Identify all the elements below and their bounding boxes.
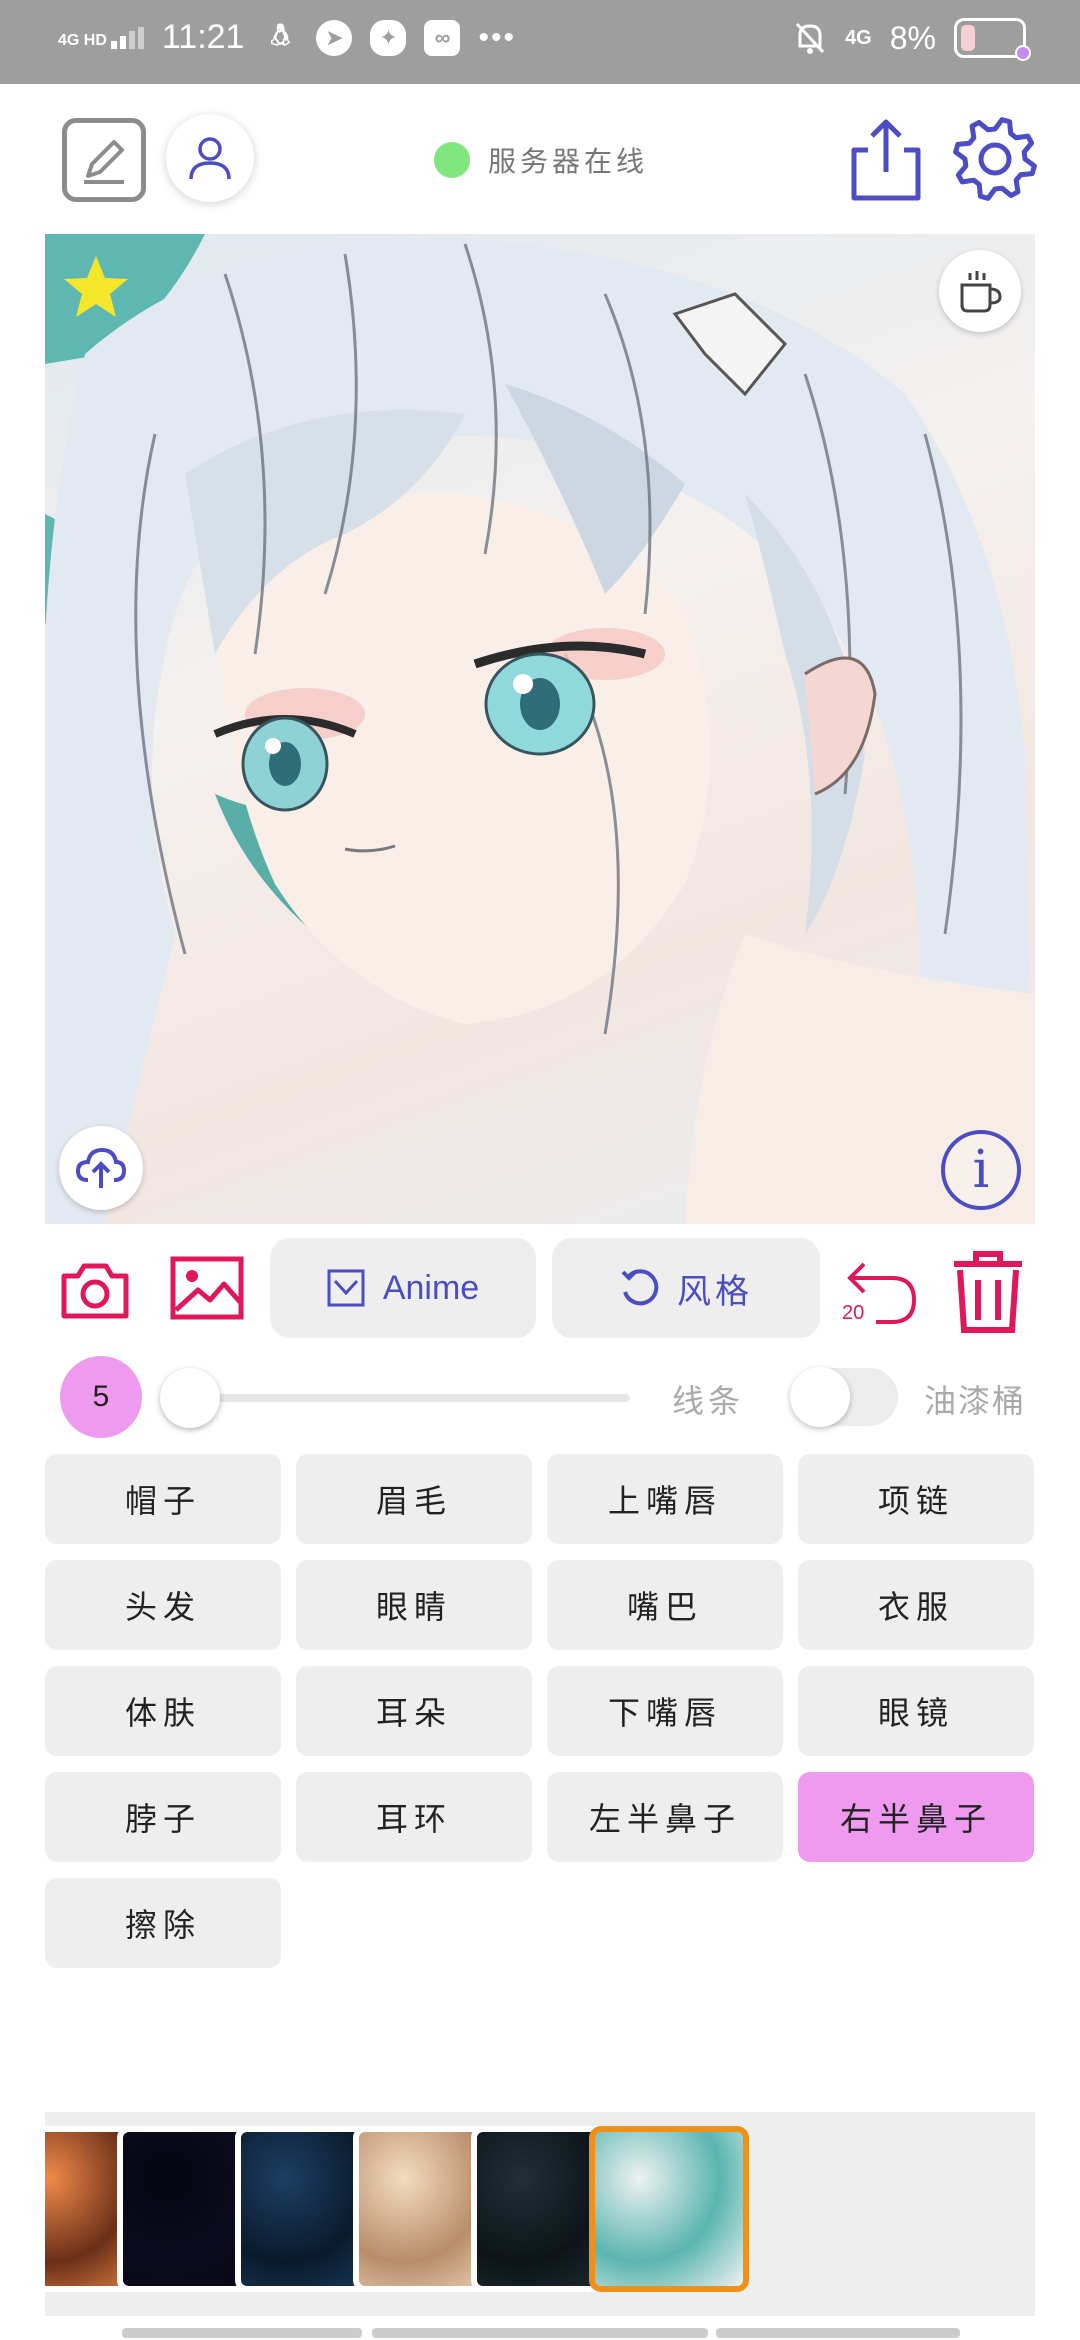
qq-icon: 🐧︎ <box>271 18 290 52</box>
part-button[interactable]: 擦除 <box>45 1878 281 1968</box>
part-button[interactable]: 头发 <box>45 1560 281 1650</box>
part-button[interactable]: 衣服 <box>798 1560 1034 1650</box>
signal-indicator: 4G HD <box>58 26 144 49</box>
drawing-canvas[interactable]: i <box>45 234 1035 1224</box>
part-button[interactable]: 下嘴唇 <box>547 1666 783 1756</box>
brush-size-badge: 5 <box>60 1356 142 1438</box>
brush-size-slider-track[interactable] <box>190 1394 630 1402</box>
style-button[interactable]: 风格 <box>552 1238 820 1338</box>
part-button[interactable]: 耳朵 <box>296 1666 532 1756</box>
edit-button[interactable] <box>62 118 146 202</box>
checkbox-icon <box>327 1269 365 1307</box>
toolbar: Anime 风格 20 <box>0 1238 1080 1342</box>
gallery-icon: ∞ <box>424 19 461 56</box>
battery-fill <box>961 25 975 51</box>
battery-icon <box>954 18 1031 61</box>
coffee-button[interactable] <box>939 250 1021 332</box>
part-button[interactable]: 眼睛 <box>296 1560 532 1650</box>
texture-swatch-teal-white-swirl[interactable] <box>589 2126 749 2292</box>
server-status-text: 服务器在线 <box>488 146 649 177</box>
anime-artwork <box>45 234 1035 1224</box>
anime-label: Anime <box>382 1268 480 1307</box>
cloud-upload-icon <box>75 1147 127 1188</box>
network-type: 4G HD <box>58 31 107 49</box>
part-button[interactable]: 项链 <box>798 1454 1034 1544</box>
part-button[interactable]: 左半鼻子 <box>547 1772 783 1862</box>
edit-icon <box>84 140 124 184</box>
part-button[interactable]: 眉毛 <box>296 1454 532 1544</box>
part-button[interactable]: 体肤 <box>45 1666 281 1756</box>
star-icon[interactable] <box>61 252 131 322</box>
status-bar: 4G HD 11:21 🐧︎ ➤ ✦ ∞ ••• 4G 8% <box>0 0 1080 84</box>
more-dots-icon: ••• <box>478 20 516 54</box>
network-type-right: 4G <box>845 26 872 49</box>
top-bar: 服务器在线 <box>0 84 1080 234</box>
mute-icon <box>795 22 825 54</box>
style-label: 风格 <box>677 1272 753 1311</box>
part-button[interactable]: 嘴巴 <box>547 1560 783 1650</box>
part-selector-grid: 帽子 眉毛 上嘴唇 项链头发 眼睛 嘴巴 衣服体肤 耳朵 下嘴唇 眼镜脖子 耳环 左半鼻子 右半鼻子擦除 <box>45 1454 1035 1968</box>
part-button[interactable]: 脖子 <box>45 1772 281 1862</box>
paint-bucket-toggle[interactable] <box>790 1367 898 1427</box>
texture-strip[interactable] <box>45 2112 1035 2316</box>
toggle-knob <box>790 1367 850 1427</box>
part-button[interactable]: 帽子 <box>45 1454 281 1544</box>
server-status: 服务器在线 <box>434 140 648 180</box>
anime-model-button[interactable]: Anime <box>270 1238 536 1338</box>
camera-icon[interactable] <box>60 1260 130 1320</box>
part-button[interactable]: 眼镜 <box>798 1666 1034 1756</box>
refresh-icon <box>621 1269 659 1306</box>
undo-count: 20 <box>842 1302 865 1324</box>
server-status-dot <box>434 142 470 178</box>
info-button[interactable]: i <box>941 1130 1021 1210</box>
trash-icon[interactable] <box>950 1250 1026 1334</box>
paint-bucket-label: 油漆桶 <box>924 1383 1027 1419</box>
user-icon <box>189 137 231 180</box>
status-bar-right: 4G 8% <box>793 18 1031 61</box>
user-button[interactable] <box>166 114 254 202</box>
compass-icon: ➤ <box>316 19 353 56</box>
status-bar-left: 4G HD 11:21 🐧︎ ➤ ✦ ∞ ••• <box>58 18 516 57</box>
image-icon[interactable] <box>170 1256 244 1320</box>
brush-size-slider-thumb[interactable] <box>160 1368 220 1428</box>
part-button[interactable]: 耳环 <box>296 1772 532 1862</box>
info-icon: i <box>972 1140 990 1200</box>
share-icon[interactable] <box>846 114 926 204</box>
brush-controls: 5 线条 油漆桶 <box>0 1352 1080 1442</box>
part-button[interactable]: 右半鼻子 <box>798 1772 1034 1862</box>
battery-saver-dot <box>1015 45 1031 61</box>
part-button[interactable]: 上嘴唇 <box>547 1454 783 1544</box>
signal-bars-icon <box>110 26 144 49</box>
battery-percent: 8% <box>889 19 936 56</box>
status-time: 11:21 <box>161 18 245 56</box>
settings-icon[interactable] <box>950 114 1040 204</box>
coffee-cup-icon <box>960 271 1002 313</box>
undo-button[interactable]: 20 <box>842 1252 922 1332</box>
line-label: 线条 <box>672 1383 745 1419</box>
scroll-indicator <box>0 2328 1080 2340</box>
wechat-icon: ✦ <box>370 19 407 56</box>
upload-button[interactable] <box>59 1126 143 1210</box>
